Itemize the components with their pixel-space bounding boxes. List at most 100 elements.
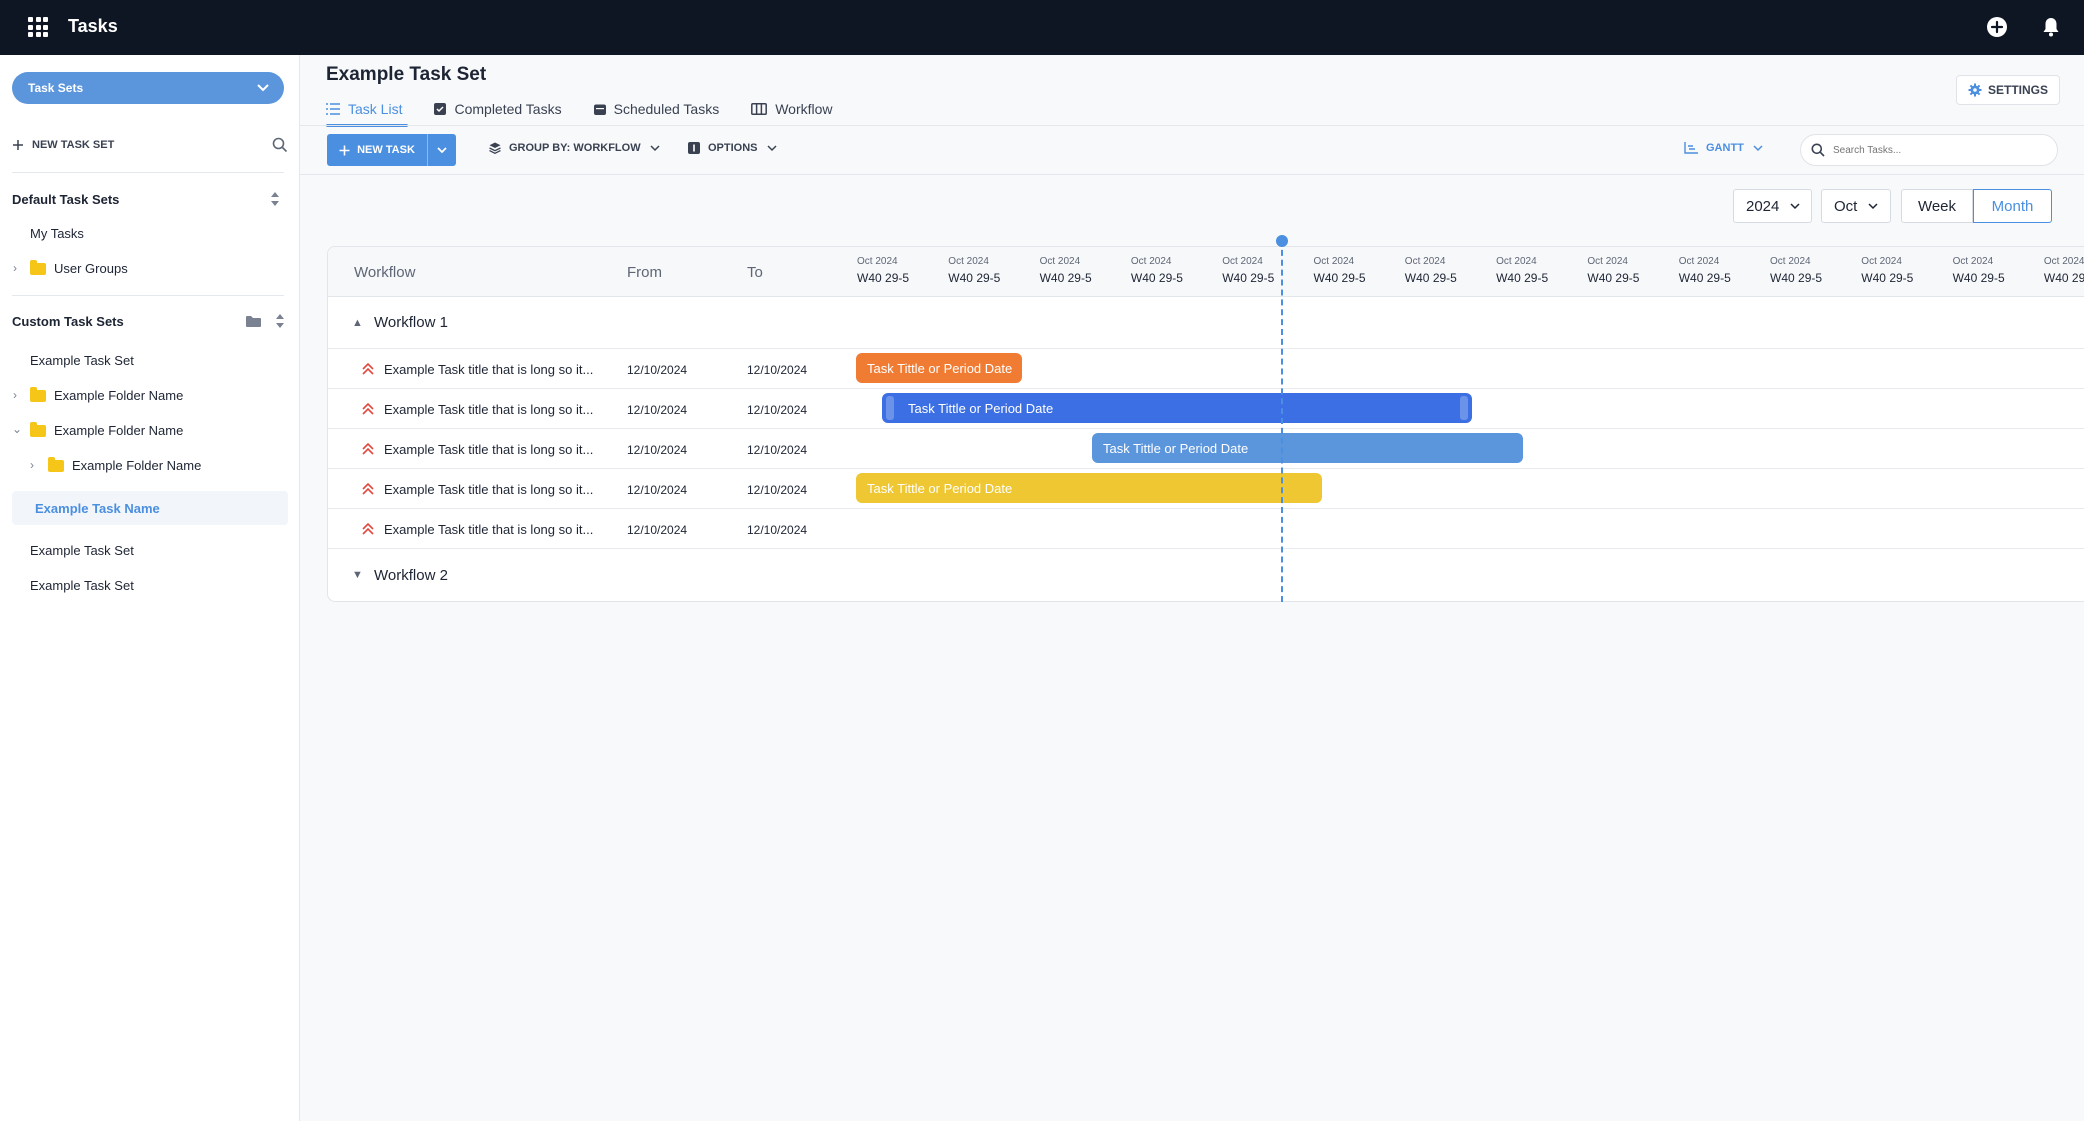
group-by-dropdown[interactable]: GROUP BY: WORKFLOW <box>489 142 661 154</box>
table-row[interactable]: Example Task title that is long so it...… <box>328 349 2084 389</box>
timeline-week-header: Oct 2024 W40 29-5 <box>1770 256 1850 285</box>
tab-task-list[interactable]: Task List <box>326 98 409 127</box>
chevron-down-icon[interactable]: ⌄ <box>12 422 22 436</box>
resize-handle-left[interactable] <box>886 396 894 420</box>
sidebar-item-folder[interactable]: Example Folder Name <box>30 386 183 403</box>
task-name: Example Task title that is long so it... <box>384 522 594 537</box>
options-dropdown[interactable]: OPTIONS <box>688 142 778 154</box>
sidebar-item-folder[interactable]: Example Folder Name <box>30 421 183 438</box>
timeline-month-label: Oct 2024 <box>1678 256 1720 267</box>
timeline-week-header: Oct 2024 W40 29-5 <box>1131 256 1211 285</box>
timeline-month-label: Oct 2024 <box>1587 256 1628 267</box>
timeline-month-label: Oct 2024 <box>948 256 989 267</box>
today-marker-handle[interactable] <box>1276 235 1288 247</box>
priority-high-icon <box>362 362 374 375</box>
timeline-week-header: Oct 2024 W40 29-5 <box>1222 256 1302 285</box>
timeline-week-label: W40 29-5 <box>1313 271 1366 285</box>
chevron-right-icon[interactable]: › <box>30 458 34 472</box>
search-box <box>1800 134 2058 166</box>
priority-high-icon <box>362 482 374 495</box>
group-row-workflow-2[interactable]: ▼ Workflow 2 <box>328 549 2084 601</box>
task-sets-dropdown[interactable]: Task Sets <box>12 72 284 104</box>
sidebar-item-task-set[interactable]: Example Task Set <box>30 353 134 368</box>
top-bar: Tasks <box>0 0 2084 55</box>
group-label: Workflow 1 <box>374 314 448 331</box>
priority-high-icon <box>362 522 374 535</box>
gantt-grid: Workflow From To Oct 2024 W40 29-5 Oct 202… <box>327 246 2084 602</box>
sidebar-item-task-name-active[interactable]: Example Task Name <box>12 491 288 525</box>
sidebar-item-task-set[interactable]: Example Task Set <box>30 578 134 593</box>
view-mode-dropdown[interactable]: GANTT <box>1684 142 1764 154</box>
week-toggle[interactable]: Week <box>1901 189 1973 223</box>
timeline-month-label: Oct 2024 <box>1130 256 1172 267</box>
task-from: 12/10/2024 <box>627 483 688 497</box>
timeline-week-header: Oct 2024 W40 29-5 <box>1953 256 2033 285</box>
new-task-dropdown-button[interactable] <box>427 134 456 166</box>
collapse-icon[interactable]: ▲ <box>352 317 363 329</box>
search-icon[interactable] <box>272 137 288 153</box>
chevron-right-icon[interactable]: › <box>13 261 17 275</box>
calendar-icon <box>593 104 606 115</box>
table-row[interactable]: Example Task title that is long so it...… <box>328 389 2084 429</box>
sidebar-item-task-set[interactable]: Example Task Set <box>30 543 134 558</box>
column-header-from[interactable]: From <box>627 264 662 281</box>
search-input[interactable] <box>1833 144 2033 156</box>
app-grid-icon[interactable] <box>28 17 48 37</box>
tab-scheduled-tasks[interactable]: Scheduled Tasks <box>593 98 719 120</box>
sidebar-item-user-groups[interactable]: User Groups <box>30 259 128 276</box>
task-sets-label: Task Sets <box>28 81 84 95</box>
gantt-bar[interactable]: Task Tittle or Period Date <box>856 353 1022 383</box>
group-row-workflow-1[interactable]: ▲ Workflow 1 <box>328 297 2084 349</box>
timeline-month-label: Oct 2024 <box>1770 256 1811 267</box>
sidebar-item-my-tasks[interactable]: My Tasks <box>30 226 84 241</box>
column-header-workflow[interactable]: Workflow <box>354 264 415 281</box>
sort-icon[interactable] <box>269 191 281 207</box>
add-circle-icon[interactable] <box>1986 16 2008 38</box>
info-square-icon <box>688 142 700 154</box>
gantt-bar[interactable]: Task Tittle or Period Date <box>1092 433 1523 463</box>
timeline-week-header: Oct 2024 W40 29-5 <box>1040 256 1120 285</box>
tab-bar: Task List Completed Tasks Scheduled Task… <box>326 98 865 127</box>
gantt-bar-selected[interactable]: Task Tittle or Period Date <box>882 393 1472 423</box>
settings-button[interactable]: SETTINGS <box>1956 75 2060 105</box>
custom-task-sets-heading: Custom Task Sets <box>12 314 124 329</box>
timeline-week-header: Oct 2024 W40 29-5 <box>948 256 1028 285</box>
grid-header: Workflow From To Oct 2024 W40 29-5 Oct 202… <box>328 247 2084 297</box>
task-from: 12/10/2024 <box>627 443 688 457</box>
table-row[interactable]: Example Task title that is long so it...… <box>328 429 2084 469</box>
timeline-week-label: W40 29-5 <box>1952 271 2005 285</box>
sort-icon[interactable] <box>274 313 286 329</box>
folder-add-icon[interactable] <box>246 315 261 327</box>
sidebar-item-subfolder[interactable]: Example Folder Name <box>48 456 201 473</box>
task-name: Example Task title that is long so it... <box>384 362 594 377</box>
table-row[interactable]: Example Task title that is long so it...… <box>328 509 2084 549</box>
timeline-week-label: W40 29-5 <box>948 271 1001 285</box>
bell-icon[interactable] <box>2040 16 2062 38</box>
new-task-button[interactable]: NEW TASK <box>327 134 427 166</box>
month-select[interactable]: Oct <box>1821 189 1891 223</box>
new-task-set-button[interactable]: NEW TASK SET <box>12 139 114 151</box>
timeline-month-label: Oct 2024 <box>1313 256 1355 267</box>
column-header-to[interactable]: To <box>747 264 763 281</box>
timeline-month-label: Oct 2024 <box>2043 256 2084 267</box>
timeline-month-label: Oct 2024 <box>1861 256 1902 267</box>
timeline-week-header: Oct 2024 W40 29-5 <box>1496 256 1576 285</box>
timeline-week-header: Oct 2024 W40 29-5 <box>1587 256 1667 285</box>
new-task-split-button: NEW TASK <box>327 134 456 166</box>
table-row[interactable]: Example Task title that is long so it...… <box>328 469 2084 509</box>
timeline-month-label: Oct 2024 <box>1222 256 1263 267</box>
month-toggle[interactable]: Month <box>1973 189 2052 223</box>
tab-workflow[interactable]: Workflow <box>751 98 833 120</box>
task-to: 12/10/2024 <box>747 523 808 537</box>
task-to: 12/10/2024 <box>747 483 808 497</box>
resize-handle-right[interactable] <box>1460 396 1468 420</box>
expand-icon[interactable]: ▼ <box>352 569 363 581</box>
timeline-month-label: Oct 2024 <box>1952 256 1994 267</box>
gantt-bar[interactable]: Task Tittle or Period Date <box>856 473 1322 503</box>
year-select[interactable]: 2024 <box>1733 189 1812 223</box>
chevron-right-icon[interactable]: › <box>13 388 17 402</box>
task-name: Example Task title that is long so it... <box>384 442 594 457</box>
tab-completed-tasks[interactable]: Completed Tasks <box>434 98 562 120</box>
columns-icon <box>751 103 768 115</box>
task-from: 12/10/2024 <box>627 363 688 377</box>
